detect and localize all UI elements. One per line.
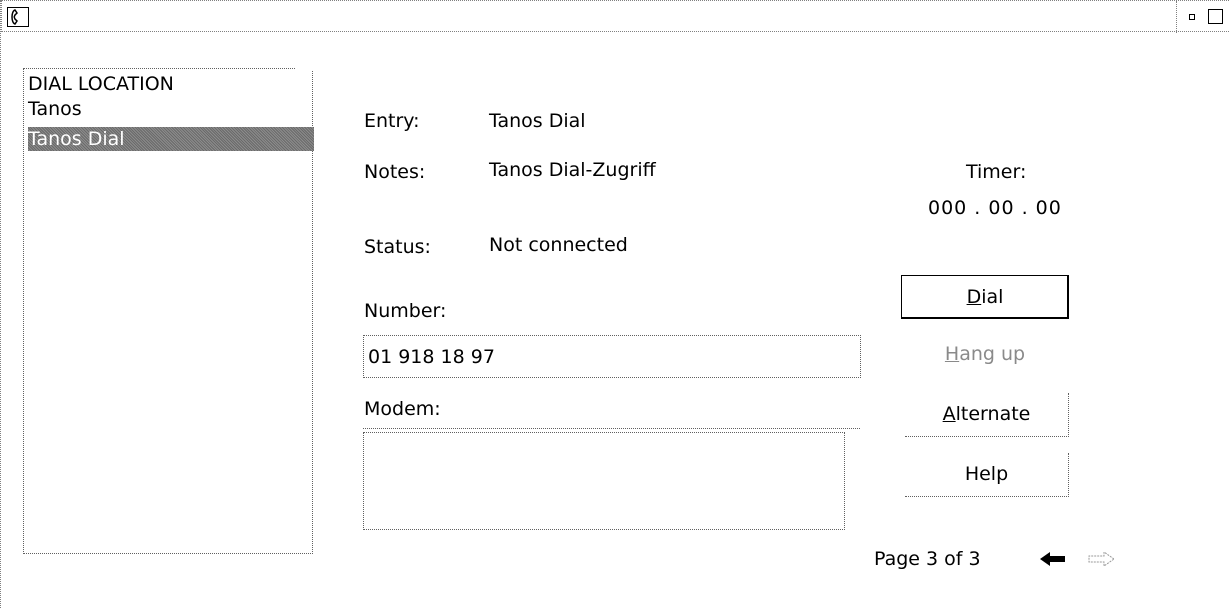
notes-value: Tanos Dial-Zugriff [489, 159, 656, 181]
arrow-left-icon[interactable] [1040, 552, 1066, 566]
hang-up-mnemonic: H [944, 343, 960, 365]
hang-up-button[interactable]: Hang up [901, 333, 1069, 377]
window-controls [1176, 1, 1230, 33]
number-value: 01 918 18 97 [368, 346, 495, 368]
timer-label: Timer: [966, 161, 1027, 183]
dial-window: DIAL LOCATION Tanos Tanos Dial Entry: Ta… [0, 0, 1230, 608]
page-indicator: Page 3 of 3 [874, 548, 981, 570]
modem-label: Modem: [364, 398, 441, 420]
modem-field[interactable] [363, 432, 845, 530]
number-field[interactable]: 01 918 18 97 [363, 335, 861, 378]
entry-label: Entry: [364, 110, 420, 132]
dial-label: ial [981, 286, 1004, 308]
modem-separator [363, 428, 860, 429]
title-bar [1, 0, 1230, 33]
dial-button[interactable]: Dial [901, 275, 1069, 319]
status-value: Not connected [489, 234, 628, 256]
maximize-icon[interactable] [1208, 9, 1223, 24]
timer-value: 000 . 00 . 00 [928, 197, 1062, 219]
arrow-right-icon[interactable] [1088, 552, 1114, 566]
entry-value: Tanos Dial [489, 110, 586, 132]
minimize-icon[interactable] [1189, 14, 1195, 20]
alternate-button[interactable]: Alternate [905, 393, 1069, 437]
dial-location-list[interactable]: DIAL LOCATION Tanos Tanos Dial [23, 67, 314, 554]
status-label: Status: [364, 236, 431, 258]
list-corner-notch [296, 67, 314, 70]
hang-up-label: ang up [959, 343, 1026, 365]
phone-icon[interactable] [7, 7, 29, 27]
alternate-mnemonic: A [942, 403, 956, 425]
list-header: DIAL LOCATION [28, 73, 174, 95]
dial-mnemonic: D [966, 286, 982, 308]
notes-label: Notes: [364, 161, 426, 183]
number-label: Number: [364, 300, 447, 322]
list-item-selected[interactable]: Tanos Dial [28, 127, 314, 151]
alternate-label: lternate [955, 403, 1031, 425]
help-button[interactable]: Help [905, 453, 1069, 497]
list-item[interactable]: Tanos [28, 97, 314, 121]
